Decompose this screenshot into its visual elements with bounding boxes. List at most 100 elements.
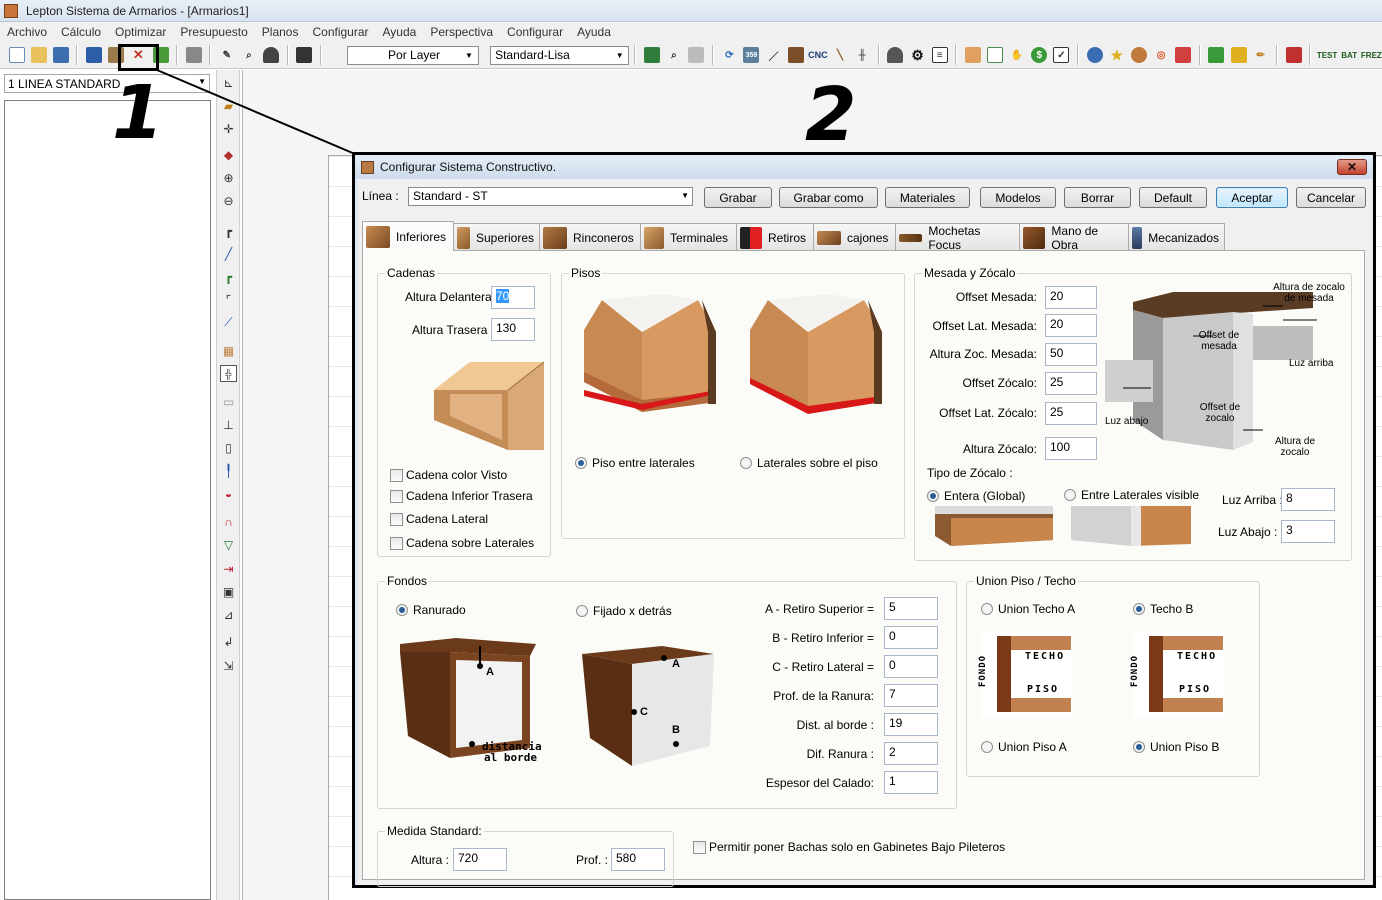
wood-icon[interactable]: ▦	[220, 342, 237, 359]
frame-icon[interactable]: ▣	[220, 583, 237, 600]
tab-mecanizados[interactable]: Mecanizados	[1128, 223, 1225, 251]
default-button[interactable]: Default	[1139, 187, 1207, 208]
funnel-icon[interactable]: ▽	[220, 536, 237, 553]
offset-lat-zocalo-input[interactable]: 25	[1045, 402, 1097, 425]
door-icon[interactable]: ▯	[220, 439, 237, 456]
union-techo-b-radio[interactable]: Techo B	[1133, 602, 1193, 616]
check-button[interactable]: ✓	[1051, 44, 1072, 66]
grid-icon[interactable]: ╬	[220, 365, 237, 382]
bat-button[interactable]: BAT	[1339, 44, 1360, 66]
menu-configurar[interactable]: Configurar	[305, 25, 375, 39]
cadena-sobre-laterales-checkbox[interactable]: Cadena sobre Laterales	[390, 536, 534, 550]
preview-button[interactable]: ⌕	[238, 44, 259, 66]
zoom-in-icon[interactable]: ⊕	[220, 169, 237, 186]
cnc-button[interactable]: CNC	[807, 44, 828, 66]
luz-abajo-input[interactable]: 3	[1281, 520, 1335, 543]
test-button[interactable]: TEST	[1316, 44, 1337, 66]
tab-rinconeros[interactable]: Rinconeros	[539, 223, 641, 251]
book-button[interactable]	[641, 44, 662, 66]
modelos-button[interactable]: Modelos	[980, 187, 1056, 208]
cadena-color-visto-checkbox[interactable]: Cadena color Visto	[390, 468, 507, 482]
measure-icon[interactable]: ⊿	[220, 606, 237, 623]
panel-button[interactable]	[785, 44, 806, 66]
prof-ranura-input[interactable]: 7	[884, 684, 938, 707]
retiro-lateral-input[interactable]: 0	[884, 655, 938, 678]
close-button[interactable]: ✕	[1337, 159, 1367, 175]
handle-icon[interactable]: ╿	[220, 462, 237, 479]
dist-borde-input[interactable]: 19	[884, 713, 938, 736]
menu-perspectiva[interactable]: Perspectiva	[423, 25, 500, 39]
altura-zocalo-input[interactable]: 100	[1045, 437, 1097, 460]
menu-archivo[interactable]: Archivo	[0, 25, 54, 39]
layer-select[interactable]: Por Layer ▼	[347, 45, 479, 65]
grabar-button[interactable]: Grabar	[704, 187, 772, 208]
linea-combo[interactable]: Standard - ST ▼	[408, 187, 693, 206]
drawer-icon[interactable]: ▭	[220, 393, 237, 410]
frez-button[interactable]: FREZ	[1361, 44, 1382, 66]
refresh-button[interactable]: ⟳	[719, 44, 740, 66]
luz-arriba-input[interactable]: 8	[1281, 488, 1335, 511]
altura-delantera-input[interactable]: 70	[491, 286, 535, 309]
print-button[interactable]	[183, 44, 204, 66]
menu-ayuda-2[interactable]: Ayuda	[570, 25, 618, 39]
line-icon[interactable]: ╱	[220, 245, 237, 262]
leg-icon[interactable]: ⊥	[220, 416, 237, 433]
borrar-button[interactable]: Borrar	[1064, 187, 1131, 208]
group-button[interactable]	[1206, 44, 1227, 66]
tab-retiros[interactable]: Retiros	[736, 223, 814, 251]
retiro-superior-input[interactable]: 5	[884, 597, 938, 620]
sink-icon[interactable]: ◒	[220, 485, 237, 502]
style-select[interactable]: Standard-Lisa ▼	[490, 45, 630, 65]
tab-cajones[interactable]: cajones	[813, 223, 896, 251]
settings-tool-button[interactable]	[686, 44, 707, 66]
lock-button[interactable]	[1228, 44, 1249, 66]
menu-configurar-2[interactable]: Configurar	[500, 25, 570, 39]
calculator-button[interactable]	[294, 44, 315, 66]
permitir-bachas-checkbox[interactable]: Permitir poner Bachas solo en Gabinetes …	[693, 840, 1005, 854]
aceptar-button[interactable]: Aceptar	[1216, 187, 1288, 208]
render-359-button[interactable]: 359	[741, 44, 762, 66]
tab-superiores[interactable]: Superiores	[453, 223, 540, 251]
flag-button[interactable]	[1283, 44, 1304, 66]
altura-zoc-mesada-input[interactable]: 50	[1045, 343, 1097, 366]
cadena-lateral-checkbox[interactable]: Cadena Lateral	[390, 512, 488, 526]
fondo-fijado-radio[interactable]: Fijado x detrás	[576, 604, 672, 618]
altura-trasera-input[interactable]: 130	[491, 318, 535, 341]
zocalo-entre-laterales-radio[interactable]: Entre Laterales visible	[1064, 488, 1199, 502]
grabar-como-button[interactable]: Grabar como	[779, 187, 878, 208]
figure-button[interactable]	[1173, 44, 1194, 66]
dimension-icon[interactable]: ⟋	[220, 314, 237, 331]
insert-icon[interactable]: ⇥	[220, 560, 237, 577]
angle-icon[interactable]: ┏	[220, 268, 237, 285]
offset-zocalo-input[interactable]: 25	[1045, 372, 1097, 395]
retiro-inferior-input[interactable]: 0	[884, 626, 938, 649]
gauge-button[interactable]	[261, 44, 282, 66]
prof-input[interactable]: 580	[611, 848, 665, 871]
gear-button[interactable]: ⚙	[907, 44, 928, 66]
tab-terminales[interactable]: Terminales	[640, 223, 737, 251]
target-button[interactable]: ◎	[1151, 44, 1172, 66]
menu-planos[interactable]: Planos	[255, 25, 306, 39]
hand-button[interactable]: ✋	[1007, 44, 1028, 66]
zoom-out-icon[interactable]: ⊖	[220, 192, 237, 209]
materiales-button[interactable]: Materiales	[885, 187, 970, 208]
ruler-icon[interactable]: ▰	[220, 97, 237, 114]
corner-icon[interactable]: ┏	[220, 222, 237, 239]
fondo-ranurado-radio[interactable]: Ranurado	[396, 603, 466, 617]
axis-icon[interactable]: ⊾	[220, 74, 237, 91]
cadena-inferior-trasera-checkbox[interactable]: Cadena Inferior Trasera	[390, 489, 533, 503]
dif-ranura-input[interactable]: 2	[884, 742, 938, 765]
menu-presupuesto[interactable]: Presupuesto	[173, 25, 254, 39]
person-button[interactable]	[1128, 44, 1149, 66]
save-button[interactable]	[50, 44, 71, 66]
split-button[interactable]: ╫	[852, 44, 873, 66]
open-button[interactable]	[28, 44, 49, 66]
piso-entre-laterales-radio[interactable]: Piso entre laterales	[575, 456, 695, 470]
magnet-icon[interactable]: ∩	[220, 513, 237, 530]
star-button[interactable]: ★	[1106, 44, 1127, 66]
monitor-button[interactable]	[83, 44, 104, 66]
union-techo-a-radio[interactable]: Union Techo A	[981, 602, 1075, 616]
menu-optimizar[interactable]: Optimizar	[108, 25, 173, 39]
globe-button[interactable]	[1084, 44, 1105, 66]
meter-button[interactable]	[885, 44, 906, 66]
